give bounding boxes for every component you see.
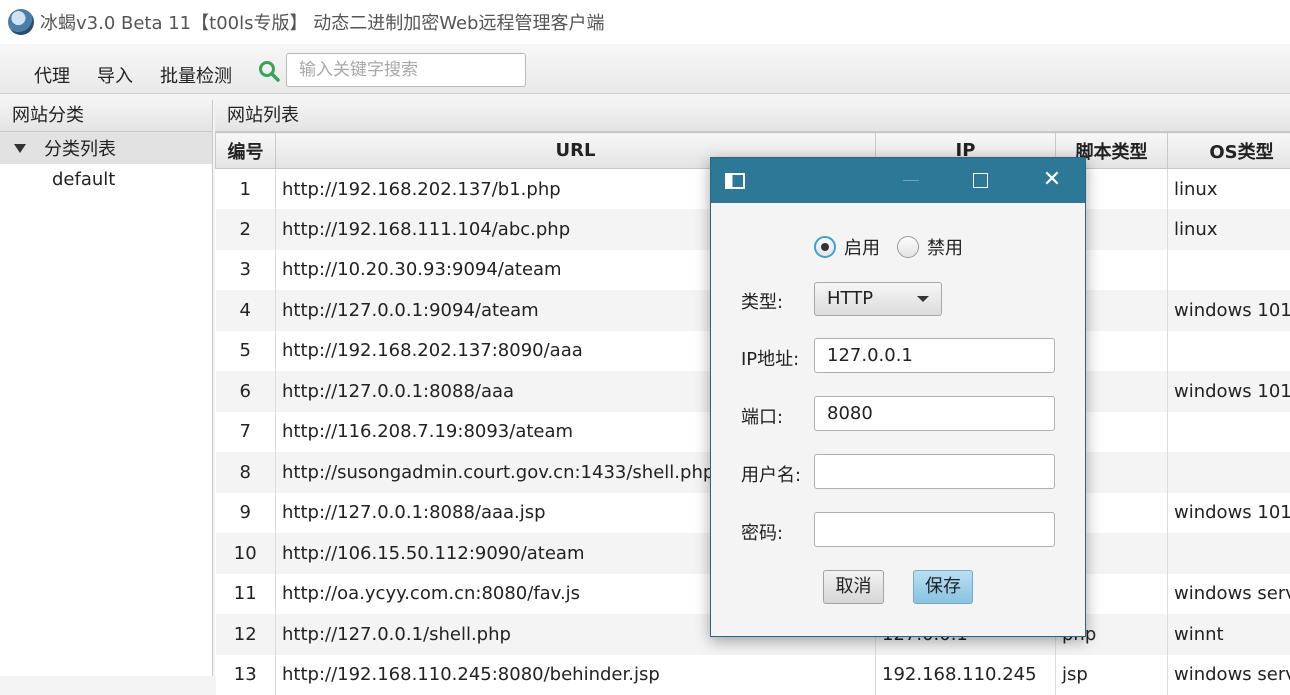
row-os-type [1168, 250, 1290, 291]
category-panel: 网站分类 分类列表 default [0, 100, 213, 676]
username-label: 用户名: [741, 461, 801, 487]
type-label: 类型: [741, 288, 783, 314]
radio-disable-label: 禁用 [927, 234, 963, 260]
row-os-type: windows 1010 [1168, 493, 1290, 534]
row-os-type: windows 1010 [1168, 371, 1290, 412]
row-id: 9 [216, 493, 276, 534]
row-id: 1 [216, 169, 276, 210]
window-title: 冰蝎v3.0 Beta 11【t00ls专版】 动态二进制加密Web远程管理客户… [40, 9, 604, 35]
row-os-type: windows serve [1168, 574, 1290, 615]
cancel-button[interactable]: 取消 [823, 570, 884, 604]
row-os-type: windows serve [1168, 655, 1290, 695]
row-id: 11 [216, 574, 276, 615]
category-panel-header: 网站分类 [0, 100, 212, 132]
row-os-type [1168, 533, 1290, 574]
proxy-type-select[interactable]: HTTP [814, 282, 942, 316]
search-input[interactable] [286, 53, 526, 87]
row-id: 6 [216, 371, 276, 412]
ip-label: IP地址: [741, 345, 799, 371]
row-os-type [1168, 412, 1290, 453]
radio-enable-label: 启用 [844, 234, 880, 260]
batch-check-menu[interactable]: 批量检测 [160, 62, 232, 88]
row-id: 13 [216, 655, 276, 695]
row-os-type: winnt [1168, 614, 1290, 655]
app-logo-icon [8, 9, 34, 35]
maximize-icon[interactable] [973, 173, 988, 188]
radio-enable[interactable]: 启用 [814, 234, 880, 260]
row-id: 8 [216, 452, 276, 493]
row-ip: 192.168.110.245 [876, 655, 1056, 695]
username-field[interactable] [814, 454, 1055, 489]
category-tree-root[interactable]: 分类列表 [0, 132, 212, 164]
row-url: http://192.168.110.245:8080/behinder.jsp [276, 655, 876, 695]
port-field[interactable] [814, 396, 1055, 431]
row-id: 7 [216, 412, 276, 453]
dialog-titlebar[interactable]: ✕ [711, 158, 1085, 203]
radio-disable[interactable]: 禁用 [897, 234, 963, 260]
category-tree-root-label: 分类列表 [44, 135, 116, 161]
row-script-type: jsp [1056, 655, 1168, 695]
site-list-header: 网站列表 [215, 100, 1290, 132]
minimize-icon[interactable] [903, 180, 919, 181]
radio-disable-indicator[interactable] [897, 236, 919, 258]
save-button[interactable]: 保存 [913, 570, 973, 604]
row-os-type [1168, 331, 1290, 372]
row-id: 10 [216, 533, 276, 574]
ip-address-field[interactable] [814, 338, 1055, 373]
category-item-default[interactable]: default [0, 164, 212, 196]
password-label: 密码: [741, 519, 783, 545]
expand-arrow-icon[interactable] [14, 144, 26, 153]
row-os-type: windows 1010 [1168, 290, 1290, 331]
toolbar: 代理 导入 批量检测 [0, 44, 1290, 94]
row-id: 5 [216, 331, 276, 372]
row-id: 2 [216, 209, 276, 250]
password-field[interactable] [814, 512, 1055, 547]
row-id: 3 [216, 250, 276, 291]
proxy-type-value: HTTP [827, 288, 873, 309]
column-header-id[interactable]: 编号 [216, 133, 276, 169]
row-os-type: linux [1168, 209, 1290, 250]
row-os-type: linux [1168, 169, 1290, 210]
row-id: 12 [216, 614, 276, 655]
port-label: 端口: [741, 403, 783, 429]
row-id: 4 [216, 290, 276, 331]
row-os-type [1168, 452, 1290, 493]
close-icon[interactable]: ✕ [1041, 169, 1063, 191]
radio-enable-indicator[interactable] [814, 236, 836, 258]
dialog-app-icon [725, 173, 745, 189]
import-menu[interactable]: 导入 [97, 62, 133, 88]
proxy-menu[interactable]: 代理 [34, 62, 70, 88]
window-titlebar: 冰蝎v3.0 Beta 11【t00ls专版】 动态二进制加密Web远程管理客户… [0, 0, 1290, 44]
proxy-settings-dialog: ✕ 启用 禁用 类型: HTTP IP地址: 端口: 用户名: 密码: 取消 保… [710, 157, 1086, 637]
search-icon[interactable] [258, 60, 280, 82]
column-header-os-type[interactable]: OS类型 [1168, 133, 1290, 169]
table-row[interactable]: 13http://192.168.110.245:8080/behinder.j… [216, 655, 1290, 695]
chevron-down-icon [917, 296, 929, 302]
